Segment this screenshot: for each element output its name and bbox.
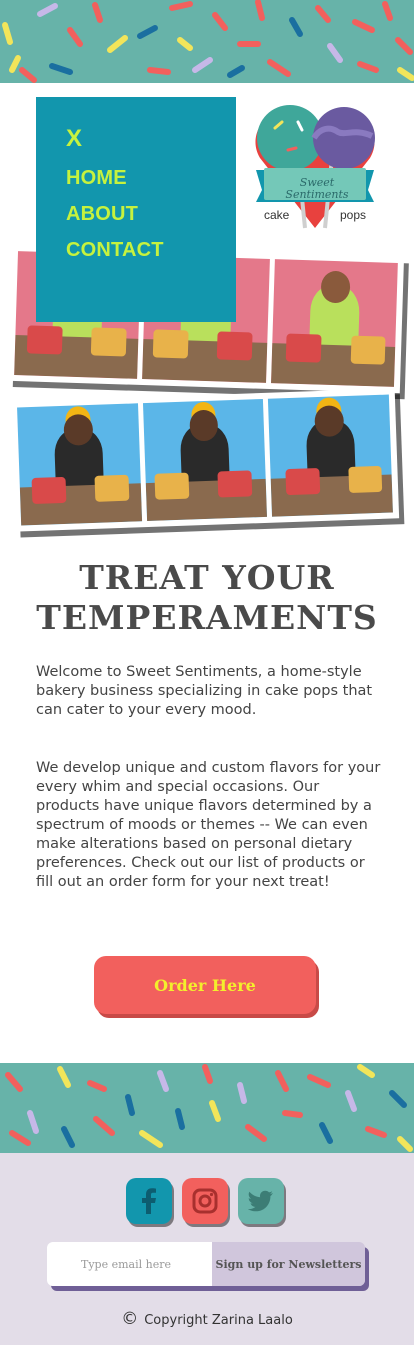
- social-links: [126, 1178, 284, 1224]
- twitter-link[interactable]: [238, 1178, 284, 1224]
- close-menu-button[interactable]: X: [66, 125, 206, 153]
- page-headline: TREAT YOUR TEMPERAMENTS: [0, 558, 414, 638]
- site-footer: Sign up for Newsletters © Copyright Zarin…: [0, 1153, 414, 1345]
- logo-text-line1: Sweet: [299, 176, 335, 189]
- logo-text-pops: pops: [340, 208, 367, 222]
- sprinkles-decoration: [5, 1064, 413, 1152]
- order-here-button[interactable]: Order Here: [94, 956, 316, 1014]
- headline-line2: TEMPERAMENTS: [36, 598, 378, 637]
- photo-strip-blue: [10, 388, 400, 532]
- nav-item-about[interactable]: ABOUT: [66, 203, 206, 226]
- newsletter-signup-button[interactable]: Sign up for Newsletters: [212, 1242, 365, 1286]
- copyright-icon: ©: [121, 1309, 139, 1329]
- instagram-link[interactable]: [182, 1178, 228, 1224]
- copyright-text: Copyright Zarina Laalo: [144, 1313, 293, 1328]
- instagram-icon: [192, 1188, 218, 1214]
- sprinkle-banner-bottom: [0, 1063, 414, 1153]
- photo: [270, 259, 398, 387]
- facebook-link[interactable]: [126, 1178, 172, 1224]
- nav-item-home[interactable]: HOME: [66, 167, 206, 190]
- email-input[interactable]: [47, 1242, 212, 1286]
- details-paragraph: We develop unique and custom flavors for…: [36, 760, 381, 890]
- photo: [142, 398, 268, 522]
- nav-item-contact[interactable]: CONTACT: [66, 239, 206, 262]
- nav-menu-panel: X HOME ABOUT CONTACT: [36, 97, 236, 322]
- sprinkles-decoration: [2, 0, 414, 83]
- twitter-icon: [248, 1190, 273, 1212]
- sprinkle-banner-top: [0, 0, 414, 83]
- facebook-icon: [142, 1188, 156, 1214]
- photo: [17, 403, 142, 526]
- intro-paragraph: Welcome to Sweet Sentiments, a home-styl…: [36, 664, 373, 718]
- logo-text-cake: cake: [264, 208, 290, 222]
- photo: [268, 394, 393, 517]
- copyright-notice: © Copyright Zarina Laalo: [0, 1309, 414, 1329]
- sweet-sentiments-logo[interactable]: Sweet Sentiments cake pops: [250, 98, 380, 233]
- newsletter-signup: Sign up for Newsletters: [47, 1242, 365, 1286]
- logo-text-line2: Sentiments: [285, 188, 349, 201]
- headline-line1: TREAT YOUR: [79, 558, 335, 597]
